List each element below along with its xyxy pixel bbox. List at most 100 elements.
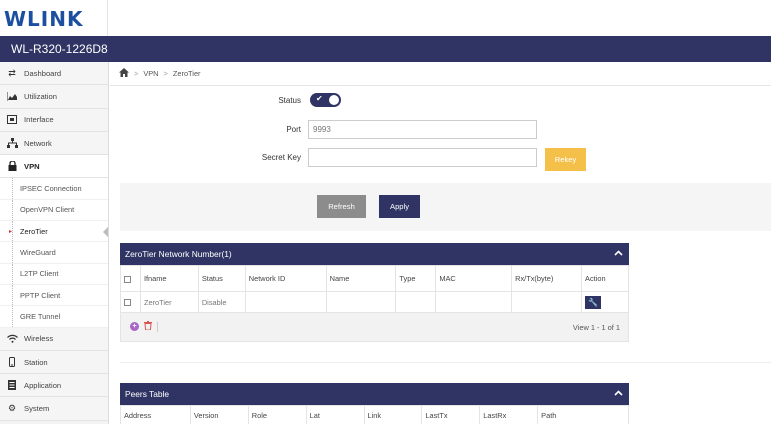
column-header: Name xyxy=(325,265,397,292)
cell-rxtx xyxy=(511,291,583,313)
gears-icon: ⚙ xyxy=(7,403,17,414)
pager-text: View 1 - 1 of 1 xyxy=(572,323,620,332)
column-header: Lat xyxy=(305,405,365,424)
sidebar-item-label: Application xyxy=(24,380,62,390)
breadcrumb-vpn[interactable]: VPN xyxy=(143,69,158,78)
sidebar-item-label: VPN xyxy=(24,161,40,171)
sidebar-item-label: Utilization xyxy=(24,91,57,101)
cell-ifname: ZeroTier xyxy=(139,291,199,313)
footer-divider xyxy=(157,322,158,332)
chart-icon xyxy=(6,90,18,102)
sidebar-sub-zerotier[interactable]: ▸ ZeroTier xyxy=(0,221,108,243)
breadcrumb: > VPN > ZeroTier xyxy=(110,62,771,86)
sidebar-item-label: System xyxy=(24,404,50,414)
cell-status: Disable xyxy=(197,291,246,313)
column-header: Path xyxy=(537,405,629,424)
sidebar-item-label: Wireless xyxy=(24,334,54,344)
network-table-title: ZeroTier Network Number(1) xyxy=(125,249,232,259)
sidebar-sub-label: ZeroTier xyxy=(20,226,48,236)
sidebar-item-application[interactable]: Application xyxy=(0,374,108,398)
sidebar-sub-label: GRE Tunnel xyxy=(20,311,61,321)
secret-key-input[interactable] xyxy=(308,148,537,167)
port-input[interactable] xyxy=(308,120,537,139)
sidebar-item-system[interactable]: ⚙ System xyxy=(0,397,108,421)
sidebar-item-interface[interactable]: Interface xyxy=(0,108,108,132)
sidebar-sub-label: IPSEC Connection xyxy=(20,184,82,194)
sidebar-sub-l2tp[interactable]: L2TP Client xyxy=(0,263,108,285)
cell-name xyxy=(325,291,397,313)
column-header: MAC xyxy=(435,265,513,292)
port-label: Port xyxy=(286,125,301,134)
wrench-icon[interactable]: 🔧 xyxy=(585,295,602,309)
sidebar-item-vpn[interactable]: VPN xyxy=(0,155,108,179)
network-icon xyxy=(6,137,18,149)
sidebar-sub-label: L2TP Client xyxy=(20,269,59,279)
select-all-checkbox[interactable] xyxy=(124,275,131,283)
interface-icon xyxy=(6,114,18,126)
table-row: ZeroTier Disable 🔧 xyxy=(120,291,629,313)
action-bar xyxy=(120,183,771,231)
collapse-caret-icon[interactable] xyxy=(614,388,623,398)
sidebar-sub-openvpn[interactable]: OpenVPN Client xyxy=(0,199,108,222)
home-icon[interactable] xyxy=(119,67,129,80)
device-name: WL-R320-1226D8 xyxy=(11,42,108,56)
column-header: Rx/Tx(byte) xyxy=(511,265,583,292)
table-header-row: Ifname Status Network ID Name Type MAC R… xyxy=(120,265,629,292)
network-table-footer: + View 1 - 1 of 1 xyxy=(120,312,629,342)
column-header: Link xyxy=(363,405,423,424)
section-divider xyxy=(120,362,771,363)
cell-action: 🔧 xyxy=(581,291,629,313)
network-table-header: ZeroTier Network Number(1) xyxy=(120,243,629,265)
check-icon: ✔ xyxy=(316,94,323,103)
breadcrumb-separator: > xyxy=(163,69,168,78)
sidebar-item-network[interactable]: Network xyxy=(0,131,108,156)
apply-button[interactable]: Apply xyxy=(379,195,420,218)
column-header: Network ID xyxy=(244,265,327,292)
trash-icon[interactable] xyxy=(144,321,152,332)
column-header: Address xyxy=(120,405,191,424)
sidebar-sub-label: PPTP Client xyxy=(20,290,61,300)
sidebar: ⇄ Dashboard Utilization Interface Networ… xyxy=(0,62,109,424)
collapse-caret-icon[interactable] xyxy=(614,248,623,258)
toggle-knob xyxy=(329,95,339,105)
secret-key-label: Secret Key xyxy=(261,153,301,162)
application-icon xyxy=(6,379,18,391)
sidebar-item-station[interactable]: Station xyxy=(0,350,108,375)
cell-mac xyxy=(435,291,513,313)
network-table: Ifname Status Network ID Name Type MAC R… xyxy=(120,265,629,313)
phone-icon xyxy=(6,356,18,368)
rekey-button[interactable]: Rekey xyxy=(545,148,586,171)
sidebar-sub-label: OpenVPN Client xyxy=(20,205,75,215)
wlink-logo: WLINK xyxy=(4,7,84,31)
top-header: WLINK xyxy=(0,0,771,36)
wifi-icon xyxy=(6,333,18,345)
select-all-cell xyxy=(120,265,141,292)
sidebar-item-utilization[interactable]: Utilization xyxy=(0,85,108,109)
sidebar-sub-label: WireGuard xyxy=(20,248,56,258)
column-header: Type xyxy=(395,265,437,292)
sidebar-item-wireless[interactable]: Wireless xyxy=(0,327,108,351)
lock-icon xyxy=(6,160,18,172)
status-label: Status xyxy=(278,96,301,105)
sidebar-sub-ipsec[interactable]: IPSEC Connection xyxy=(0,178,108,200)
add-icon[interactable]: + xyxy=(130,322,139,331)
cell-network-id xyxy=(244,291,327,313)
sidebar-sub-wireguard[interactable]: WireGuard xyxy=(0,242,108,264)
row-select-cell xyxy=(120,291,141,313)
sidebar-item-label: Station xyxy=(24,357,48,367)
device-bar: WL-R320-1226D8 xyxy=(0,36,771,62)
sidebar-item-label: Network xyxy=(24,138,52,148)
column-header: Status xyxy=(197,265,246,292)
status-toggle[interactable]: ✔ xyxy=(310,93,341,107)
peers-table-title: Peers Table xyxy=(125,389,170,399)
table-header-row: Address Version Role Lat Link LastTx Las… xyxy=(120,405,629,424)
row-checkbox[interactable] xyxy=(124,299,131,307)
current-marker-icon: ▸ xyxy=(9,228,13,235)
column-header: Action xyxy=(581,265,629,292)
sidebar-item-dashboard[interactable]: ⇄ Dashboard xyxy=(0,62,108,86)
sidebar-sub-gre[interactable]: GRE Tunnel xyxy=(0,306,108,328)
peers-table: Address Version Role Lat Link LastTx Las… xyxy=(120,405,629,424)
breadcrumb-separator: > xyxy=(134,69,139,78)
sidebar-sub-pptp[interactable]: PPTP Client xyxy=(0,284,108,307)
refresh-button[interactable]: Refresh xyxy=(317,195,366,218)
